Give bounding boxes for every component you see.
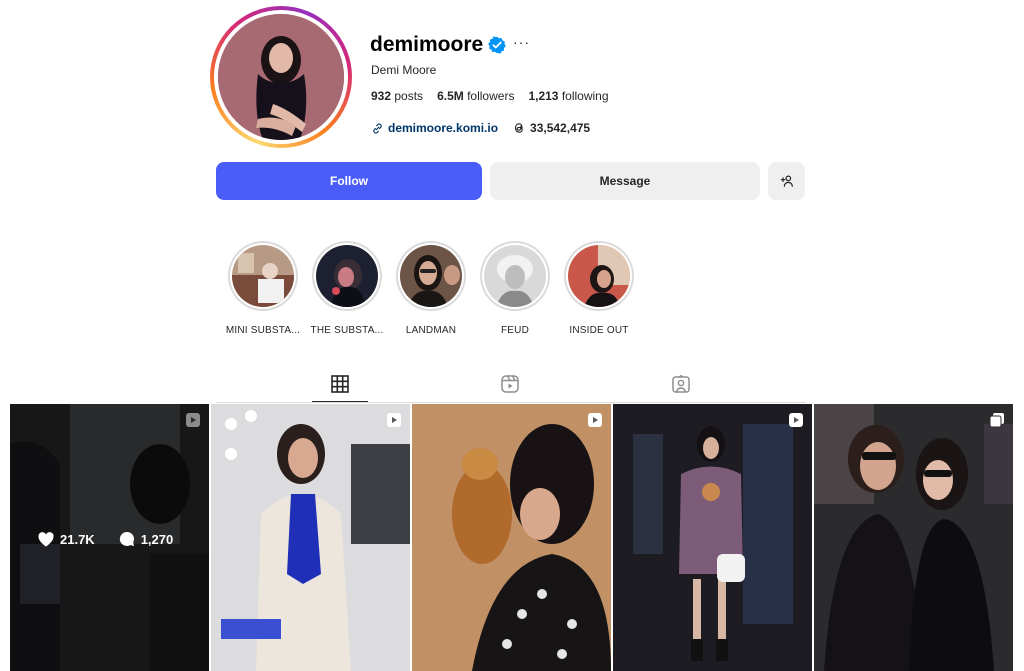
highlight-label: FEUD: [500, 325, 530, 336]
more-options-icon[interactable]: ···: [513, 34, 530, 50]
highlight-label: MINI SUBSTA...: [225, 325, 301, 336]
highlight-cover: [316, 245, 378, 307]
link-icon: [373, 122, 382, 134]
message-button[interactable]: Message: [490, 162, 760, 200]
highlight-item[interactable]: THE SUBSTA...: [310, 241, 384, 336]
profile-stats: 932 posts 6.5M followers 1,213 following: [371, 89, 609, 103]
highlight-item[interactable]: INSIDE OUT: [564, 241, 634, 336]
reel-badge-icon: [186, 413, 200, 427]
profile-full-name: Demi Moore: [371, 63, 437, 77]
threads-icon[interactable]: [512, 121, 526, 135]
heart-icon: [38, 531, 54, 546]
posts-stat: 932 posts: [371, 89, 424, 103]
profile-avatar[interactable]: [210, 6, 352, 148]
tabs-divider: [216, 402, 806, 403]
follow-button[interactable]: Follow: [216, 162, 482, 200]
highlight-item[interactable]: FEUD: [480, 241, 550, 336]
profile-username: demimoore: [370, 33, 484, 56]
highlight-item[interactable]: LANDMAN: [396, 241, 466, 336]
highlight-item[interactable]: MINI SUBSTA...: [225, 241, 301, 336]
highlight-label: LANDMAN: [405, 325, 457, 336]
suggested-users-button[interactable]: [768, 162, 805, 200]
post-image: [613, 404, 812, 671]
website-link[interactable]: demimoore.komi.io: [388, 121, 498, 135]
post-image: [814, 404, 1013, 671]
avatar-image: [218, 14, 344, 140]
highlight-label: INSIDE OUT: [569, 325, 629, 336]
reel-badge-icon: [588, 413, 602, 427]
post-tile[interactable]: [613, 404, 812, 671]
post-engagement: 21.7K 1,270: [38, 531, 173, 547]
comments-stat: 1,270: [119, 531, 173, 547]
post-tile[interactable]: [211, 404, 410, 671]
tagged-icon[interactable]: [671, 374, 691, 394]
post-tile[interactable]: [814, 404, 1013, 671]
likes-stat: 21.7K: [38, 532, 95, 547]
reel-badge-icon: [387, 413, 401, 427]
reels-icon[interactable]: [500, 374, 520, 394]
highlight-cover: [232, 245, 294, 307]
post-tile[interactable]: [412, 404, 611, 671]
post-image: [412, 404, 611, 671]
highlight-cover: [568, 245, 630, 307]
reel-badge-icon: [789, 413, 803, 427]
verified-badge-icon: [488, 36, 506, 54]
posts-grid: 21.7K 1,270: [10, 404, 1013, 671]
active-tab-indicator: [312, 401, 368, 402]
threads-follower-count[interactable]: 33,542,475: [530, 121, 590, 135]
highlight-cover: [484, 245, 546, 307]
grid-icon[interactable]: [330, 374, 350, 394]
post-image: [211, 404, 410, 671]
comment-icon: [119, 531, 134, 546]
post-tile[interactable]: 21.7K 1,270: [10, 404, 209, 671]
following-stat[interactable]: 1,213 following: [528, 89, 608, 103]
highlight-cover: [400, 245, 462, 307]
carousel-badge-icon: [989, 413, 1004, 428]
person-plus-icon: [780, 175, 793, 187]
story-highlights: MINI SUBSTA... THE SUBSTA... LANDMAN FEU…: [225, 241, 634, 336]
highlight-label: THE SUBSTA...: [310, 325, 384, 336]
followers-stat[interactable]: 6.5M followers: [437, 89, 514, 103]
profile-links: demimoore.komi.io 33,542,475: [371, 121, 590, 135]
